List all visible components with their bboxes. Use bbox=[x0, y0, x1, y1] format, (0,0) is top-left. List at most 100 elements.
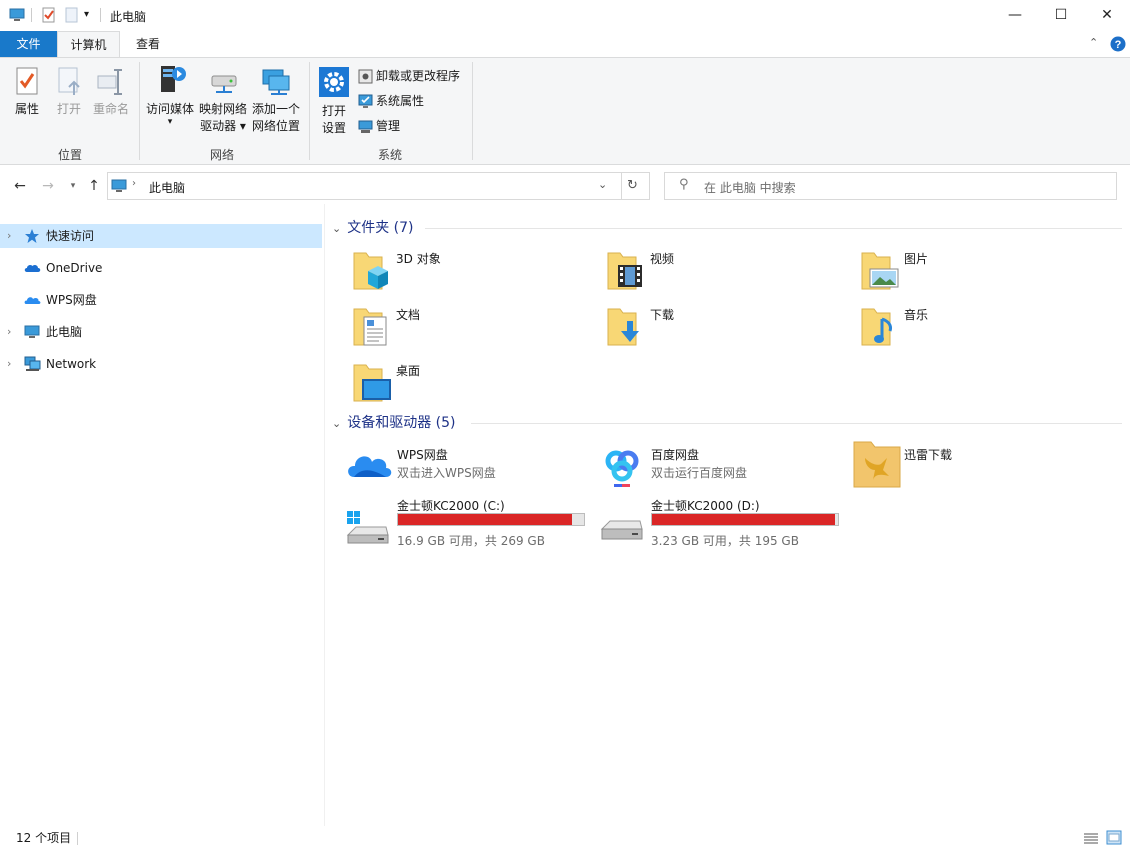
thunder-download-icon bbox=[853, 440, 901, 491]
open-settings-button[interactable]: 打开 设置 bbox=[316, 66, 352, 137]
device-tile-wps[interactable]: WPS网盘 双击进入WPS网盘 bbox=[346, 445, 586, 497]
devices-section-header[interactable]: ⌄ 设备和驱动器 (5) bbox=[332, 413, 456, 433]
drive-name: 金士顿KC2000 (C:) bbox=[397, 499, 505, 513]
settings-label-2: 设置 bbox=[321, 121, 346, 135]
folder-tile-3d-objects[interactable]: 3D 对象 bbox=[352, 249, 582, 301]
search-icon: ⚲ bbox=[679, 177, 689, 192]
uninstall-icon bbox=[358, 69, 373, 84]
nav-item-network[interactable]: › Network bbox=[0, 352, 322, 376]
drive-tile-c[interactable]: 金士顿KC2000 (C:) 16.9 GB 可用，共 269 GB bbox=[346, 497, 591, 549]
windows-drive-icon bbox=[346, 509, 390, 548]
network-icon bbox=[24, 356, 41, 380]
large-icons-view-icon[interactable] bbox=[1106, 830, 1122, 852]
add-location-label-1: 添加一个 bbox=[251, 102, 300, 116]
minimize-button[interactable]: — bbox=[992, 0, 1038, 31]
tile-name: WPS网盘 bbox=[397, 448, 448, 462]
collapse-chevron-icon[interactable]: ⌄ bbox=[332, 222, 341, 235]
folder-tile-music[interactable]: 音乐 bbox=[860, 305, 1090, 357]
drive-usage-fill bbox=[398, 514, 572, 525]
folder-tile-downloads[interactable]: 下载 bbox=[606, 305, 836, 357]
recent-locations-icon[interactable]: ▾ bbox=[63, 176, 83, 196]
rename-icon bbox=[97, 69, 122, 95]
3d-objects-folder-icon bbox=[352, 249, 390, 296]
nav-label: WPS网盘 bbox=[46, 293, 97, 307]
pane-divider[interactable] bbox=[324, 204, 325, 826]
desktop-folder-icon bbox=[352, 361, 392, 408]
folder-tile-desktop[interactable]: 桌面 bbox=[352, 361, 582, 413]
tile-name: 迅雷下载 bbox=[904, 448, 953, 462]
expand-chevron-icon[interactable]: › bbox=[7, 224, 11, 248]
nav-item-wps[interactable]: WPS网盘 bbox=[0, 288, 322, 312]
breadcrumb-chevron-icon[interactable]: › bbox=[132, 178, 136, 189]
folder-tile-documents[interactable]: 文档 bbox=[352, 305, 582, 357]
device-tile-baidu[interactable]: 百度网盘 双击运行百度网盘 bbox=[600, 445, 840, 497]
tile-name: 3D 对象 bbox=[396, 252, 441, 266]
back-arrow-icon[interactable]: ← bbox=[10, 176, 30, 196]
nav-label: 快速访问 bbox=[46, 229, 95, 243]
breadcrumb-this-pc[interactable]: 此电脑 bbox=[149, 179, 185, 196]
map-drive-label-2: 驱动器 ▾ bbox=[200, 119, 246, 133]
tab-computer[interactable]: 计算机 bbox=[57, 31, 120, 57]
maximize-button[interactable]: ☐ bbox=[1038, 0, 1084, 31]
forward-arrow-icon[interactable]: → bbox=[38, 176, 58, 196]
device-tile-thunder[interactable]: 迅雷下载 bbox=[853, 440, 1093, 492]
drive-tile-d[interactable]: 金士顿KC2000 (D:) 3.23 GB 可用，共 195 GB bbox=[600, 497, 845, 549]
group-separator bbox=[472, 62, 473, 160]
group-label-network: 网络 bbox=[209, 148, 234, 162]
access-media-button[interactable]: 访问媒体 ▾ bbox=[145, 64, 195, 127]
tile-name: 图片 bbox=[904, 252, 929, 266]
search-input[interactable]: ⚲ 在 此电脑 中搜索 bbox=[664, 172, 1117, 200]
expand-chevron-icon[interactable]: › bbox=[7, 320, 11, 344]
customize-quick-access-icon[interactable]: ▾ bbox=[84, 9, 89, 20]
nav-item-onedrive[interactable]: OneDrive bbox=[0, 256, 322, 280]
expand-chevron-icon[interactable]: › bbox=[7, 352, 11, 376]
map-drive-label-1: 映射网络 bbox=[198, 102, 247, 116]
folder-tile-videos[interactable]: 视频 bbox=[606, 249, 836, 301]
item-count: 12 个项目 bbox=[16, 831, 72, 845]
manage-button[interactable]: 管理 bbox=[358, 116, 400, 136]
open-icon bbox=[58, 67, 80, 95]
section-title: 设备和驱动器 (5) bbox=[347, 415, 456, 431]
tile-name: 文档 bbox=[396, 308, 421, 322]
media-server-icon bbox=[161, 66, 186, 92]
wps-cloud-icon bbox=[346, 445, 392, 486]
details-view-icon[interactable] bbox=[1083, 831, 1099, 853]
open-button[interactable]: 打开 bbox=[52, 66, 86, 118]
add-network-location-button[interactable]: 添加一个 网络位置 bbox=[251, 66, 301, 135]
new-folder-quick-icon[interactable] bbox=[64, 7, 80, 26]
tile-name: 桌面 bbox=[396, 364, 421, 378]
tab-view[interactable]: 查看 bbox=[120, 31, 176, 57]
dropdown-arrow-icon: ▾ bbox=[167, 117, 173, 127]
system-properties-button[interactable]: 系统属性 bbox=[358, 91, 424, 111]
uninstall-label: 卸载或更改程序 bbox=[376, 69, 461, 83]
search-placeholder: 在 此电脑 中搜索 bbox=[704, 181, 796, 195]
address-bar[interactable]: › 此电脑 ⌄ ↻ bbox=[107, 172, 650, 200]
properties-quick-icon[interactable] bbox=[41, 7, 57, 26]
nav-item-this-pc[interactable]: › 此电脑 bbox=[0, 320, 322, 344]
videos-folder-icon bbox=[606, 249, 644, 296]
network-drive-icon bbox=[211, 75, 237, 93]
tile-name: 下载 bbox=[650, 308, 675, 322]
close-button[interactable]: ✕ bbox=[1084, 0, 1130, 31]
rename-button[interactable]: 重命名 bbox=[90, 66, 132, 118]
refresh-icon[interactable]: ↻ bbox=[627, 178, 638, 193]
uninstall-programs-button[interactable]: 卸载或更改程序 bbox=[358, 66, 460, 86]
help-icon[interactable]: ? bbox=[1110, 36, 1126, 55]
folder-tile-pictures[interactable]: 图片 bbox=[860, 249, 1090, 301]
add-location-label-2: 网络位置 bbox=[251, 119, 300, 133]
collapse-chevron-icon[interactable]: ⌄ bbox=[332, 417, 341, 430]
nav-label: OneDrive bbox=[46, 261, 103, 275]
properties-button[interactable]: 属性 bbox=[8, 66, 46, 118]
map-network-drive-button[interactable]: 映射网络 驱动器 ▾ bbox=[198, 66, 248, 135]
onedrive-cloud-icon bbox=[24, 260, 41, 284]
tile-name: 音乐 bbox=[904, 308, 929, 322]
tab-file[interactable]: 文件 bbox=[0, 31, 57, 57]
tile-subtitle: 双击运行百度网盘 bbox=[651, 466, 748, 480]
folders-section-header[interactable]: ⌄ 文件夹 (7) bbox=[332, 218, 414, 238]
up-arrow-icon[interactable]: ↑ bbox=[84, 176, 104, 196]
drive-free-space: 16.9 GB 可用，共 269 GB bbox=[397, 534, 545, 548]
collapse-ribbon-icon[interactable]: ⌃ bbox=[1089, 36, 1098, 49]
nav-item-quick-access[interactable]: › 快速访问 bbox=[0, 224, 322, 248]
address-dropdown-icon[interactable]: ⌄ bbox=[598, 178, 607, 191]
status-bar: 12 个项目 bbox=[0, 827, 1130, 851]
